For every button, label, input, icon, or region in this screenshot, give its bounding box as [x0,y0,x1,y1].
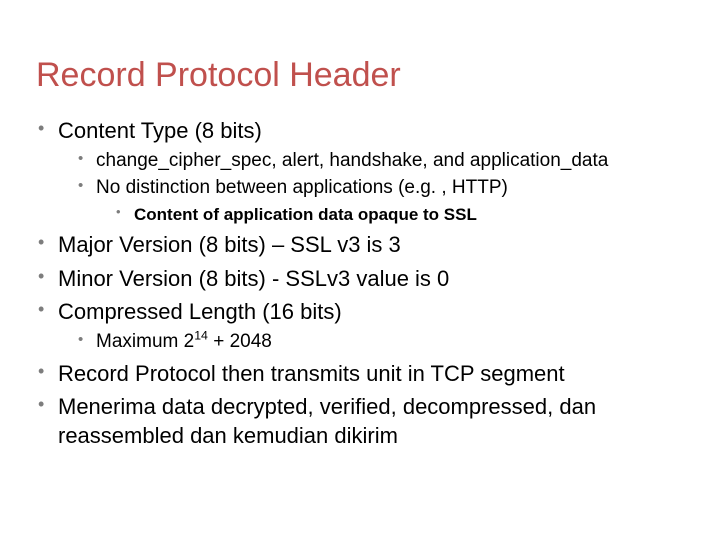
list-item: Major Version (8 bits) – SSL v3 is 3 [36,231,684,260]
slide: Record Protocol Header Content Type (8 b… [0,0,720,540]
bullet-subsublist: Content of application data opaque to SS… [96,204,684,226]
list-item: Record Protocol then transmits unit in T… [36,360,684,389]
bullet-text: Minor Version (8 bits) - SSLv3 value is … [58,266,449,291]
list-item: Content Type (8 bits) change_cipher_spec… [36,117,684,226]
bullet-text: Content Type (8 bits) [58,118,262,143]
list-item: Minor Version (8 bits) - SSLv3 value is … [36,265,684,294]
slide-title: Record Protocol Header [36,56,684,95]
list-item: Maximum 214 + 2048 [76,330,684,355]
bullet-text: Menerima data decrypted, verified, decom… [58,394,596,448]
bullet-text: Record Protocol then transmits unit in T… [58,361,565,386]
bullet-text: No distinction between applications (e.g… [96,177,508,198]
bullet-text: change_cipher_spec, alert, handshake, an… [96,150,608,171]
list-item: Menerima data decrypted, verified, decom… [36,393,684,450]
list-item: Compressed Length (16 bits) Maximum 214 … [36,298,684,354]
bullet-text: Major Version (8 bits) – SSL v3 is 3 [58,232,401,257]
bullet-text: Content of application data opaque to SS… [134,205,477,224]
list-item: change_cipher_spec, alert, handshake, an… [76,149,684,174]
list-item: No distinction between applications (e.g… [76,176,684,226]
bullet-sublist: change_cipher_spec, alert, handshake, an… [58,149,684,226]
list-item: Content of application data opaque to SS… [114,204,684,226]
bullet-sublist: Maximum 214 + 2048 [58,330,684,355]
bullet-text: Compressed Length (16 bits) [58,299,342,324]
bullet-text: Maximum 214 + 2048 [96,331,272,352]
bullet-list: Content Type (8 bits) change_cipher_spec… [36,117,684,450]
